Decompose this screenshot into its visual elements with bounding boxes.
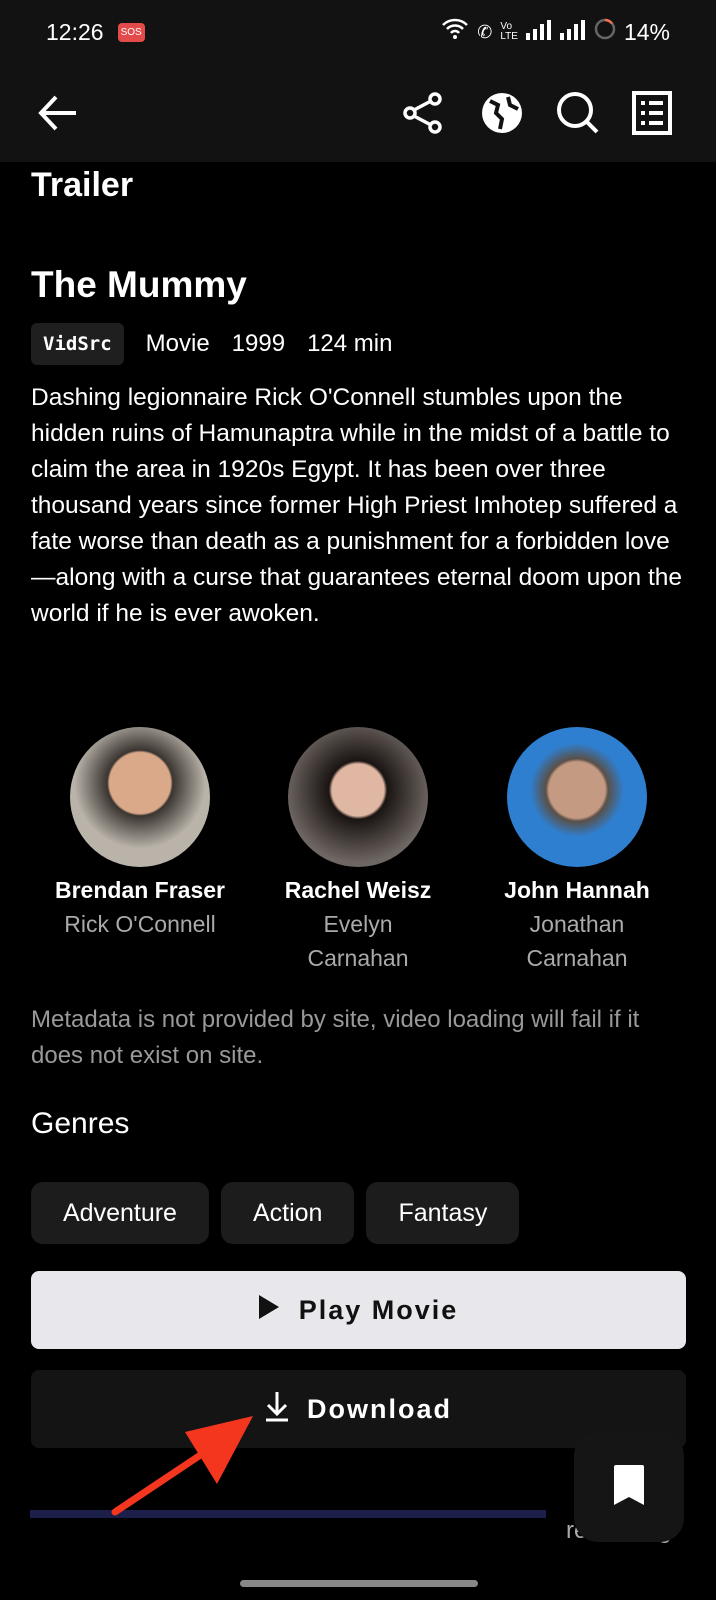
wifi-call-icon: ✆ [477,21,493,42]
genre-chip[interactable]: Fantasy [366,1182,520,1244]
cast-member[interactable]: John Hannah Jonathan Carnahan [492,727,662,975]
movie-description: Dashing legionnaire Rick O'Connell stumb… [31,384,683,627]
cast-name: Rachel Weisz [284,877,432,903]
status-time: 12:26 [46,18,104,45]
volte-icon: Vo LTE [500,21,518,42]
list-icon[interactable] [632,91,672,140]
download-label: Download [307,1393,452,1424]
avatar [507,727,647,867]
source-badge: VidSrc [31,323,124,365]
avatar [288,727,428,867]
trailer-heading: Trailer [31,166,134,204]
gesture-handle[interactable] [240,1580,478,1587]
wifi-icon [441,18,469,46]
cast-member[interactable]: Rachel Weisz Evelyn Carnahan [273,727,443,975]
cast-character: Rick O'Connell [64,911,216,937]
sos-badge: SOS [117,22,145,42]
cast-character: Jonathan Carnahan [526,911,628,971]
cast-member[interactable]: Brendan Fraser Rick O'Connell [55,727,225,941]
movie-year: 1999 [231,330,286,357]
play-movie-button[interactable]: Play Movie [31,1271,686,1349]
movie-runtime: 124 min [307,330,393,357]
globe-icon[interactable] [480,91,524,140]
genre-chip[interactable]: Adventure [31,1182,209,1244]
signal-icon [525,19,552,46]
metadata-note: Metadata is not provided by site, video … [31,1006,640,1069]
back-arrow-icon[interactable] [36,91,80,140]
genre-chips: Adventure Action Fantasy [31,1182,520,1244]
avatar [70,727,210,867]
battery-percent: 14% [623,18,670,45]
cast-character: Evelyn Carnahan [307,911,409,971]
movie-meta: VidSrc Movie 1999 124 min [31,323,392,365]
genre-chip[interactable]: Action [220,1182,355,1244]
cast-name: John Hannah [504,877,650,903]
battery-ring-icon [594,18,616,46]
app-bar [0,64,716,162]
bookmark-icon [614,1464,644,1510]
cast-name: Brendan Fraser [55,877,226,903]
genres-heading: Genres [31,1107,130,1140]
movie-title: The Mummy [31,264,247,305]
play-icon [258,1294,279,1326]
movie-type: Movie [145,330,210,357]
annotation-arrow-icon [111,1416,253,1516]
signal-icon-2 [559,19,586,46]
download-icon [265,1390,289,1429]
search-icon[interactable] [556,91,600,140]
play-label: Play Movie [298,1294,459,1325]
status-bar: 12:26 SOS ✆ Vo LTE 14% [0,0,716,64]
share-icon[interactable] [402,91,444,140]
bookmark-button[interactable] [574,1432,684,1542]
